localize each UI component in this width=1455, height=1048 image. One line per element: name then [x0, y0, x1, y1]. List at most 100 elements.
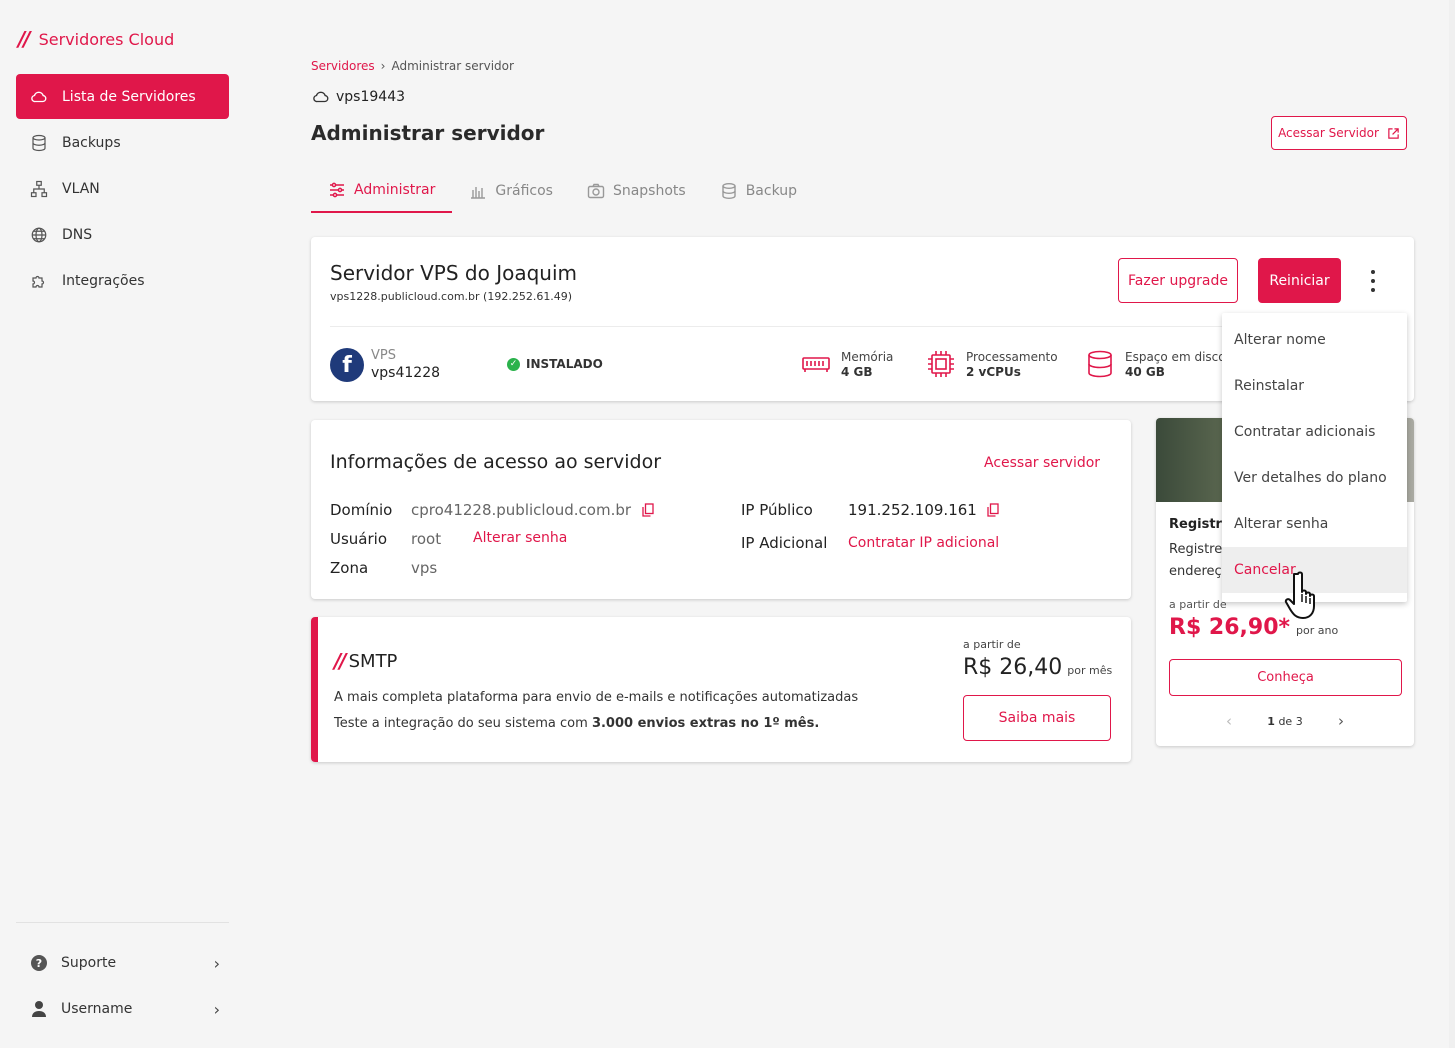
zone-label: Zona	[330, 559, 369, 577]
sidebar-item-integracoes[interactable]: Integrações	[16, 258, 229, 304]
smtp-price-amount: R$ 26,40	[963, 655, 1063, 680]
restart-button[interactable]: Reiniciar	[1258, 258, 1341, 303]
network-icon	[30, 180, 48, 198]
sliders-icon	[330, 182, 344, 197]
user-label: Usuário	[330, 530, 388, 548]
tab-label: Snapshots	[612, 182, 686, 199]
menu-item-reinstall[interactable]: Reinstalar	[1222, 363, 1407, 409]
domain-label: Domínio	[330, 501, 393, 519]
copy-icon[interactable]	[987, 503, 999, 517]
menu-item-plan-details[interactable]: Ver detalhes do plano	[1222, 455, 1407, 501]
sidebar-item-label: VLAN	[62, 181, 100, 197]
pager-status: 1 de 3	[1267, 715, 1302, 728]
bar-chart-icon	[471, 186, 486, 199]
learn-more-button[interactable]: Saiba mais	[963, 695, 1111, 741]
smtp-offer-bold: 3.000 envios extras no 1º mês.	[591, 716, 820, 731]
promo-price-period: por ano	[1296, 624, 1339, 637]
spec-cpu: Processamento 2 vCPUs	[926, 349, 1058, 379]
status-text: INSTALADO	[526, 357, 603, 371]
access-server-button[interactable]: Acessar Servidor	[1271, 116, 1407, 150]
menu-item-change-password[interactable]: Alterar senha	[1222, 501, 1407, 547]
status-badge: ✓ INSTALADO	[507, 357, 603, 371]
smtp-offer: Teste a integração do seu sistema com 3.…	[334, 716, 819, 731]
external-link-icon	[1388, 127, 1399, 139]
cloud-icon	[313, 91, 329, 103]
logo-mark: //	[334, 649, 347, 673]
sidebar-item-lista-de-servidores[interactable]: Lista de Servidores	[16, 74, 229, 119]
public-ip-label: IP Público	[741, 501, 813, 519]
tab-administrar[interactable]: Administrar	[311, 168, 453, 213]
support-label: Suporte	[61, 955, 117, 971]
sidebar-user[interactable]: Username ›	[30, 994, 220, 1024]
server-type: VPS	[371, 348, 396, 363]
discover-button[interactable]: Conheça	[1169, 659, 1402, 696]
breadcrumb-current: Administrar servidor	[391, 59, 514, 73]
pager-current: 1	[1267, 714, 1275, 728]
smtp-offer-text: Teste a integração do seu sistema com	[334, 716, 592, 731]
memory-icon	[802, 357, 830, 372]
sidebar-item-backups[interactable]: Backups	[16, 120, 229, 166]
server-options-menu: Alterar nome Reinstalar Contratar adicio…	[1222, 313, 1407, 602]
username-label: Username	[61, 1001, 133, 1017]
access-info-title: Informações de acesso ao servidor	[330, 451, 662, 473]
disk-icon	[1088, 350, 1112, 378]
smtp-description: A mais completa plataforma para envio de…	[334, 690, 859, 705]
accent-bar	[311, 617, 318, 762]
database-icon	[722, 182, 736, 199]
tab-label: Backup	[745, 182, 798, 199]
server-id: vps19443	[312, 88, 405, 106]
app-logo[interactable]: // Servidores Cloud	[18, 27, 174, 51]
smtp-card: // SMTP A mais completa plataforma para …	[311, 617, 1131, 762]
sidebar-item-label: Integrações	[62, 273, 145, 289]
promo-price-amount: R$ 26,90*	[1169, 615, 1290, 640]
access-info-card: Informações de acesso ao servidor Acessa…	[311, 420, 1131, 599]
fedora-logo-icon: f	[330, 348, 364, 382]
upgrade-button[interactable]: Fazer upgrade	[1118, 258, 1238, 303]
logo-mark: //	[18, 27, 31, 51]
disk-value: 40 GB	[1125, 364, 1165, 379]
change-password-link[interactable]: Alterar senha	[473, 530, 567, 546]
tab-graficos[interactable]: Gráficos	[452, 168, 570, 213]
memory-label: Memória	[841, 349, 894, 364]
promo-text: endereç	[1169, 564, 1222, 579]
user-value: root	[411, 530, 442, 548]
more-options-icon[interactable]	[1363, 268, 1383, 294]
server-vps-id: vps41228	[371, 365, 441, 381]
carousel-pager: ‹ 1 de 3 ›	[1226, 712, 1344, 730]
tab-label: Administrar	[354, 181, 436, 198]
sidebar-item-label: Backups	[62, 135, 121, 151]
page-title: Administrar servidor	[311, 121, 545, 145]
tab-snapshots[interactable]: Snapshots	[570, 168, 703, 213]
breadcrumb-root[interactable]: Servidores	[311, 59, 375, 73]
zone-value: vps	[411, 559, 438, 577]
tab-label: Gráficos	[495, 182, 553, 199]
server-name: Servidor VPS do Joaquim	[330, 261, 578, 285]
menu-item-addons[interactable]: Contratar adicionais	[1222, 409, 1407, 455]
chevron-right-icon[interactable]: ›	[1338, 712, 1344, 730]
sidebar-support[interactable]: ? Suporte ›	[30, 948, 220, 978]
smtp-name: SMTP	[348, 650, 398, 672]
spec-memory: Memória 4 GB	[801, 349, 893, 379]
menu-item-rename[interactable]: Alterar nome	[1222, 317, 1407, 363]
cpu-icon	[928, 351, 954, 377]
server-host: vps1228.publicloud.com.br (192.252.61.49…	[330, 290, 573, 303]
copy-icon[interactable]	[642, 503, 654, 517]
contract-ip-link[interactable]: Contratar IP adicional	[848, 535, 999, 551]
cpu-label: Processamento	[966, 349, 1058, 364]
access-server-link[interactable]: Acessar servidor	[984, 455, 1100, 471]
memory-value: 4 GB	[841, 364, 873, 379]
promo-from-label: a partir de	[1169, 598, 1227, 611]
check-icon: ✓	[507, 357, 520, 371]
tab-backup[interactable]: Backup	[703, 168, 814, 213]
sidebar-item-vlan[interactable]: VLAN	[16, 166, 229, 212]
smtp-from-label: a partir de	[963, 638, 1021, 651]
chevron-right-icon: ›	[213, 953, 220, 973]
app-name: Servidores Cloud	[38, 29, 175, 49]
scrollbar[interactable]	[1449, 0, 1455, 1048]
chevron-left-icon[interactable]: ‹	[1226, 712, 1232, 730]
extra-ip-label: IP Adicional	[741, 534, 828, 552]
tabs: Administrar Gráficos Snapshots Backup	[311, 168, 814, 214]
globe-icon	[30, 226, 48, 244]
sidebar-item-label: Lista de Servidores	[62, 88, 196, 105]
sidebar-item-dns[interactable]: DNS	[16, 212, 229, 258]
